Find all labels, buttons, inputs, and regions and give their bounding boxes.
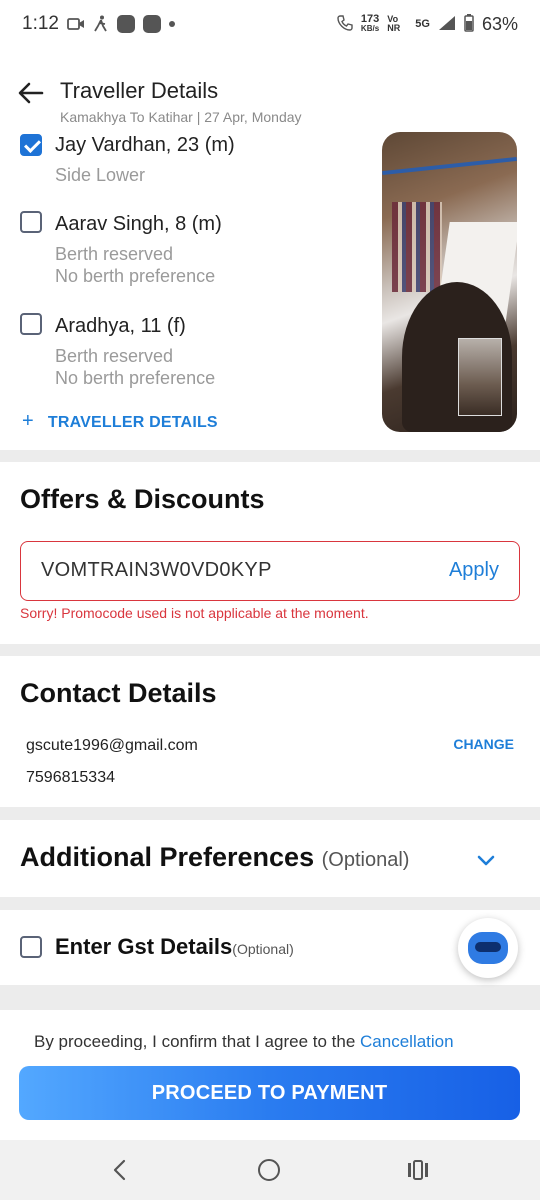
nav-back-icon[interactable]: [108, 1158, 132, 1182]
contact-title: Contact Details: [20, 678, 217, 708]
walking-icon: [93, 15, 109, 33]
video-call-overlay[interactable]: [382, 132, 517, 432]
promo-code-value[interactable]: VOMTRAIN3W0VD0KYP: [41, 559, 272, 582]
back-arrow-icon[interactable]: [16, 78, 46, 108]
battery-icon: [464, 13, 474, 35]
contact-phone: 7596815334: [26, 769, 115, 786]
contact-email: gscute1996@gmail.com: [26, 737, 198, 754]
chevron-down-icon[interactable]: [476, 850, 496, 870]
offers-title: Offers & Discounts: [20, 484, 265, 514]
promo-code-field[interactable]: VOMTRAIN3W0VD0KYP Apply: [20, 541, 520, 601]
signal-icon: [438, 15, 456, 34]
page-title: Traveller Details: [60, 78, 219, 103]
add-traveller-button[interactable]: + TRAVELLER DETAILS: [22, 410, 218, 433]
app-notification-icon: [142, 15, 161, 33]
more-notifications-dot-icon: [168, 21, 175, 27]
consent-section: By proceeding, I confirm that I agree to…: [0, 1010, 540, 1050]
self-view-thumbnail[interactable]: [458, 338, 502, 416]
traveller-checkbox[interactable]: [20, 211, 42, 233]
robot-visor: [475, 942, 501, 952]
optional-label: (Optional): [321, 849, 410, 871]
app-notification-icon: [116, 15, 135, 33]
cancellation-policy-link[interactable]: Cancellation: [360, 1032, 454, 1050]
app-header: Traveller Details Kamakhya To Katihar | …: [0, 48, 540, 134]
consent-text: By proceeding, I confirm that I agree to…: [34, 1032, 356, 1050]
promo-error-message: Sorry! Promocode used is not applicable …: [20, 605, 369, 621]
video-scene: [382, 156, 517, 176]
proceed-to-payment-button[interactable]: PROCEED TO PAYMENT: [19, 1066, 520, 1120]
nav-home-icon[interactable]: [258, 1159, 280, 1181]
battery-percent: 63%: [481, 13, 518, 34]
traveller-berth-preference: No berth preference: [55, 368, 216, 388]
plus-icon: +: [22, 410, 34, 432]
traveller-berth: Side Lower: [55, 165, 146, 185]
optional-label: (Optional): [232, 941, 294, 957]
status-bar: 1:12 173 KB/s Vo NR 5G 63%: [0, 0, 540, 48]
gst-checkbox[interactable]: [20, 936, 42, 958]
contact-section: Contact Details gscute1996@gmail.com 759…: [0, 656, 540, 807]
add-traveller-label: TRAVELLER DETAILS: [47, 414, 218, 431]
offers-section: Offers & Discounts VOMTRAIN3W0VD0KYP App…: [0, 462, 540, 644]
additional-preferences-section[interactable]: Additional Preferences (Optional): [0, 820, 540, 897]
system-nav-bar: [0, 1140, 540, 1200]
journey-subtitle: Kamakhya To Katihar | 27 Apr, Monday: [60, 109, 302, 125]
chatbot-button[interactable]: [458, 918, 518, 978]
traveller-checkbox[interactable]: [20, 313, 42, 335]
volte-label: Vo NR: [387, 14, 401, 33]
traveller-checkbox[interactable]: [20, 134, 42, 156]
gst-label[interactable]: Enter Gst Details: [55, 934, 232, 959]
apply-button[interactable]: Apply: [449, 559, 499, 582]
traveller-name: Aarav Singh, 8 (m): [55, 213, 222, 235]
nav-recents-icon[interactable]: [406, 1158, 430, 1182]
traveller-berth: Berth reserved: [55, 244, 174, 264]
network-speed-unit: KB/s: [360, 24, 380, 33]
call-icon: [337, 14, 353, 34]
traveller-name: Jay Vardhan, 23 (m): [55, 134, 235, 156]
video-camera-icon: [67, 17, 85, 31]
traveller-berth-preference: No berth preference: [55, 266, 216, 286]
status-time: 1:12: [22, 13, 59, 34]
proceed-bar: PROCEED TO PAYMENT: [0, 1050, 540, 1140]
video-scene: [392, 202, 442, 292]
network-speed: 173: [360, 13, 380, 25]
network-type: 5G: [415, 18, 430, 30]
change-contact-button[interactable]: CHANGE: [453, 736, 514, 752]
additional-preferences-title: Additional Preferences: [20, 842, 315, 872]
traveller-berth: Berth reserved: [55, 346, 174, 366]
traveller-name: Aradhya, 11 (f): [55, 315, 186, 337]
